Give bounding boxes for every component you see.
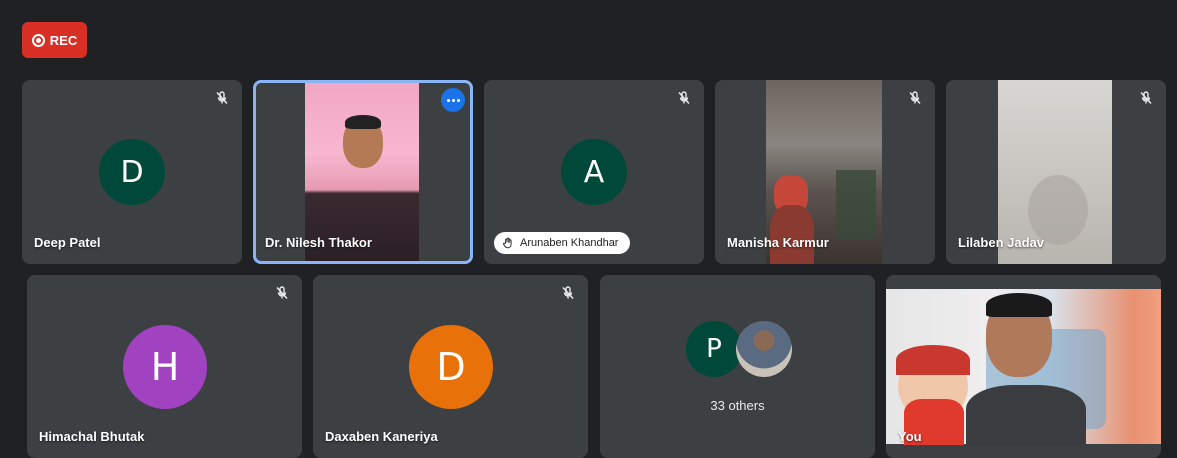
participant-tile-arunaben-khandhar[interactable]: A Arunaben Khandhar [484,80,704,264]
participant-tile-nilesh-thakor[interactable]: Dr. Nilesh Thakor [253,80,473,264]
participant-name: Lilaben Jadav [958,235,1044,250]
raised-hand-icon [502,237,512,249]
others-tile[interactable]: P 33 others [600,275,875,458]
self-video [886,289,1161,445]
participant-tile-himachal-bhutak[interactable]: H Himachal Bhutak [27,275,302,458]
participant-name: Dr. Nilesh Thakor [265,235,372,250]
mic-off-icon [1140,91,1152,105]
others-count: 33 others [710,398,765,413]
recording-label: REC [49,32,78,48]
mic-off-icon [276,286,288,300]
participant-name: You [898,429,922,444]
mic-off-icon [562,286,574,300]
participant-tile-deep-patel[interactable]: D Deep Patel [22,80,242,264]
avatar: D [99,139,165,205]
avatar: D [409,325,493,409]
participant-name: Arunaben Khandhar [520,237,619,249]
participant-name: Deep Patel [34,235,101,250]
more-options-button[interactable] [441,88,465,112]
mic-off-icon [909,91,921,105]
recording-indicator: REC [22,22,87,58]
participant-name: Himachal Bhutak [39,429,145,444]
mic-off-icon [678,91,690,105]
participant-name: Daxaben Kaneriya [325,429,438,444]
avatar: H [123,325,207,409]
mic-off-icon [216,91,228,105]
participant-tile-lilaben-jadav[interactable]: Lilaben Jadav [946,80,1166,264]
record-icon [31,33,45,47]
participant-name: Manisha Karmur [727,235,829,250]
participant-tile-manisha-karmur[interactable]: Manisha Karmur [715,80,935,264]
participant-tile-daxaben-kaneriya[interactable]: D Daxaben Kaneriya [313,275,588,458]
self-tile[interactable]: You [886,275,1161,458]
avatar: P [686,321,742,377]
raised-hand-badge: Arunaben Khandhar [494,232,631,254]
avatar-photo [736,321,792,377]
avatar: A [561,139,627,205]
